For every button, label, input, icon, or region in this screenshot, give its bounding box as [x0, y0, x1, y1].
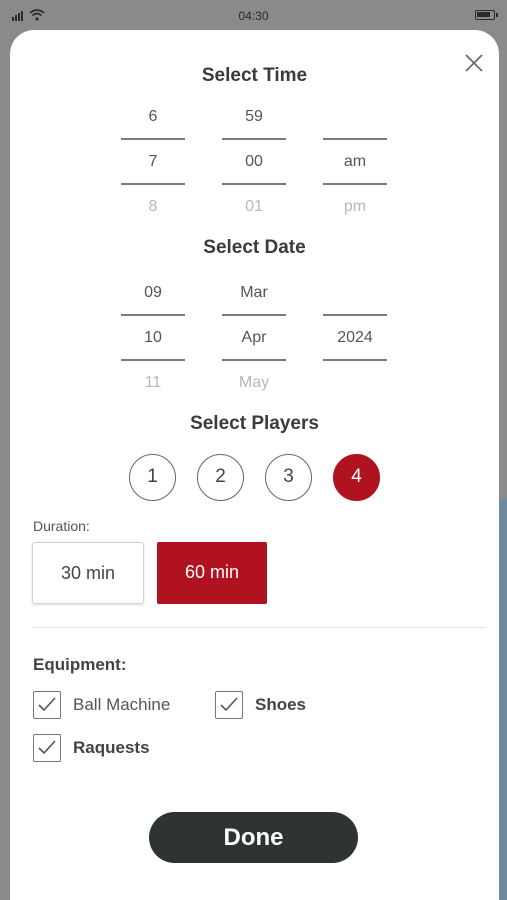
select-date-title: Select Date	[203, 237, 306, 258]
period-picker[interactable]: am pm	[323, 95, 387, 228]
player-option-4-selected[interactable]: 4	[333, 454, 380, 501]
duration-60-button-selected[interactable]: 60 min	[157, 542, 267, 604]
ball-machine-label: Ball Machine	[73, 695, 171, 714]
check-icon	[220, 697, 238, 712]
month-picker[interactable]: Mar Apr May	[222, 271, 286, 404]
year-picker[interactable]: 2024	[323, 271, 387, 404]
minute-option[interactable]: 01	[222, 185, 286, 228]
minute-option[interactable]: 59	[222, 95, 286, 138]
minute-picker[interactable]: 59 00 01	[222, 95, 286, 228]
day-option[interactable]: 11	[121, 361, 185, 404]
select-players-title: Select Players	[190, 413, 319, 434]
equipment-raquests[interactable]: Raquests	[33, 734, 150, 762]
duration-30-button[interactable]: 30 min	[32, 542, 144, 604]
booking-modal: Select Time 6 7 8 59 00 01 am pm Select …	[10, 30, 499, 900]
equipment-label: Equipment:	[33, 655, 127, 674]
year-option[interactable]	[323, 271, 387, 314]
divider	[32, 627, 485, 628]
day-picker[interactable]: 09 10 11	[121, 271, 185, 404]
equipment-shoes[interactable]: Shoes	[215, 691, 306, 719]
equipment-ball-machine[interactable]: Ball Machine	[33, 691, 170, 719]
duration-label: Duration:	[33, 518, 90, 534]
player-option-1[interactable]: 1	[129, 454, 176, 501]
player-option-3[interactable]: 3	[265, 454, 312, 501]
battery-icon	[475, 10, 498, 20]
check-icon	[38, 697, 56, 712]
hour-option-selected[interactable]: 7	[121, 140, 185, 183]
shoes-checkbox[interactable]	[215, 691, 243, 719]
raquests-label: Raquests	[73, 738, 150, 757]
status-bar: 04:30	[0, 0, 507, 32]
player-option-2[interactable]: 2	[197, 454, 244, 501]
done-button[interactable]: Done	[149, 812, 358, 863]
day-option-selected[interactable]: 10	[121, 316, 185, 359]
check-icon	[38, 740, 56, 755]
status-time: 04:30	[238, 9, 269, 23]
minute-option-selected[interactable]: 00	[222, 140, 286, 183]
month-option[interactable]: May	[222, 361, 286, 404]
shoes-label: Shoes	[255, 695, 307, 714]
period-option[interactable]: pm	[323, 185, 387, 228]
hour-option[interactable]: 6	[121, 95, 185, 138]
hour-picker[interactable]: 6 7 8	[121, 95, 185, 228]
hour-option[interactable]: 8	[121, 185, 185, 228]
period-option-selected[interactable]: am	[323, 140, 387, 183]
month-option-selected[interactable]: Apr	[222, 316, 286, 359]
players-selector: 1 2 3 4	[10, 454, 499, 501]
year-option-selected[interactable]: 2024	[323, 316, 387, 359]
raquests-checkbox[interactable]	[33, 734, 61, 762]
ball-machine-checkbox[interactable]	[33, 691, 61, 719]
day-option[interactable]: 09	[121, 271, 185, 314]
select-time-title: Select Time	[201, 65, 308, 86]
month-option[interactable]: Mar	[222, 271, 286, 314]
period-option[interactable]	[323, 95, 387, 138]
year-option[interactable]	[323, 361, 387, 404]
